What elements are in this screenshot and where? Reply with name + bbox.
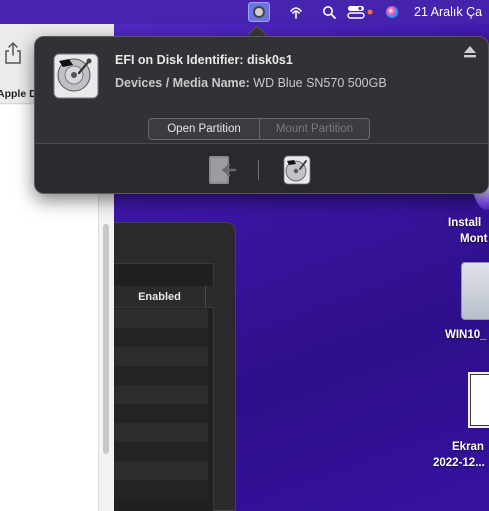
desktop-icon-label[interactable]: 2022-12... bbox=[433, 457, 485, 469]
eject-icon[interactable] bbox=[463, 45, 477, 59]
table-rows bbox=[114, 309, 208, 499]
efi-popover: EFI on Disk Identifier: disk0s1 Devices … bbox=[34, 36, 489, 194]
table-row[interactable] bbox=[114, 385, 208, 404]
disk-utility-icon[interactable] bbox=[282, 154, 312, 186]
table-row[interactable] bbox=[114, 309, 208, 328]
desktop-icon-label[interactable]: Install bbox=[448, 217, 481, 229]
sidebar-label: Apple D bbox=[0, 88, 37, 100]
drive-icon[interactable] bbox=[461, 262, 489, 320]
recording-dot-icon bbox=[366, 0, 374, 24]
media-name-key: Devices / Media Name: bbox=[115, 76, 250, 90]
dark-window: Enabled bbox=[114, 222, 236, 511]
partition-button-group: Open Partition Mount Partition bbox=[148, 118, 370, 140]
media-name-value: WD Blue SN570 500GB bbox=[253, 76, 387, 90]
screenshot-file-icon[interactable] bbox=[468, 372, 489, 428]
siri-icon[interactable] bbox=[383, 0, 401, 24]
table-row[interactable] bbox=[114, 328, 208, 347]
table-header: Enabled bbox=[114, 286, 214, 308]
table-row[interactable] bbox=[114, 461, 208, 480]
control-center-icon[interactable] bbox=[346, 0, 366, 24]
table-row[interactable] bbox=[114, 347, 208, 366]
wifi-icon[interactable] bbox=[287, 0, 305, 24]
desktop-icon-label[interactable]: WIN10_ bbox=[445, 329, 487, 341]
table-row[interactable] bbox=[114, 366, 208, 385]
desktop-icon-label[interactable]: Mont bbox=[460, 233, 487, 245]
menubar-clock[interactable]: 21 Aralık Ça bbox=[414, 0, 489, 24]
partition-title: EFI on Disk Identifier: disk0s1 bbox=[115, 53, 293, 67]
search-icon[interactable] bbox=[320, 0, 338, 24]
efi-agent-icon[interactable] bbox=[248, 2, 270, 22]
open-partition-button[interactable]: Open Partition bbox=[148, 118, 260, 140]
hard-disk-icon bbox=[51, 51, 101, 101]
table-row[interactable] bbox=[114, 404, 208, 423]
popover-footer bbox=[35, 143, 488, 193]
table-panel: Enabled bbox=[114, 263, 214, 511]
share-icon[interactable] bbox=[3, 41, 23, 65]
popover-header: EFI on Disk Identifier: disk0s1 Devices … bbox=[35, 37, 488, 143]
table-row[interactable] bbox=[114, 442, 208, 461]
media-name-line: Devices / Media Name: WD Blue SN570 500G… bbox=[115, 76, 387, 90]
table-row[interactable] bbox=[114, 423, 208, 442]
mount-partition-button[interactable]: Mount Partition bbox=[260, 118, 370, 140]
scrollbar[interactable] bbox=[103, 224, 109, 454]
column-header-enabled[interactable]: Enabled bbox=[114, 286, 206, 308]
footer-divider bbox=[258, 160, 259, 180]
desktop-icon-label[interactable]: Ekran bbox=[452, 441, 484, 453]
unmount-icon[interactable] bbox=[207, 154, 237, 186]
table-row[interactable] bbox=[114, 480, 208, 499]
menu-bar: 21 Aralık Ça bbox=[0, 0, 489, 24]
